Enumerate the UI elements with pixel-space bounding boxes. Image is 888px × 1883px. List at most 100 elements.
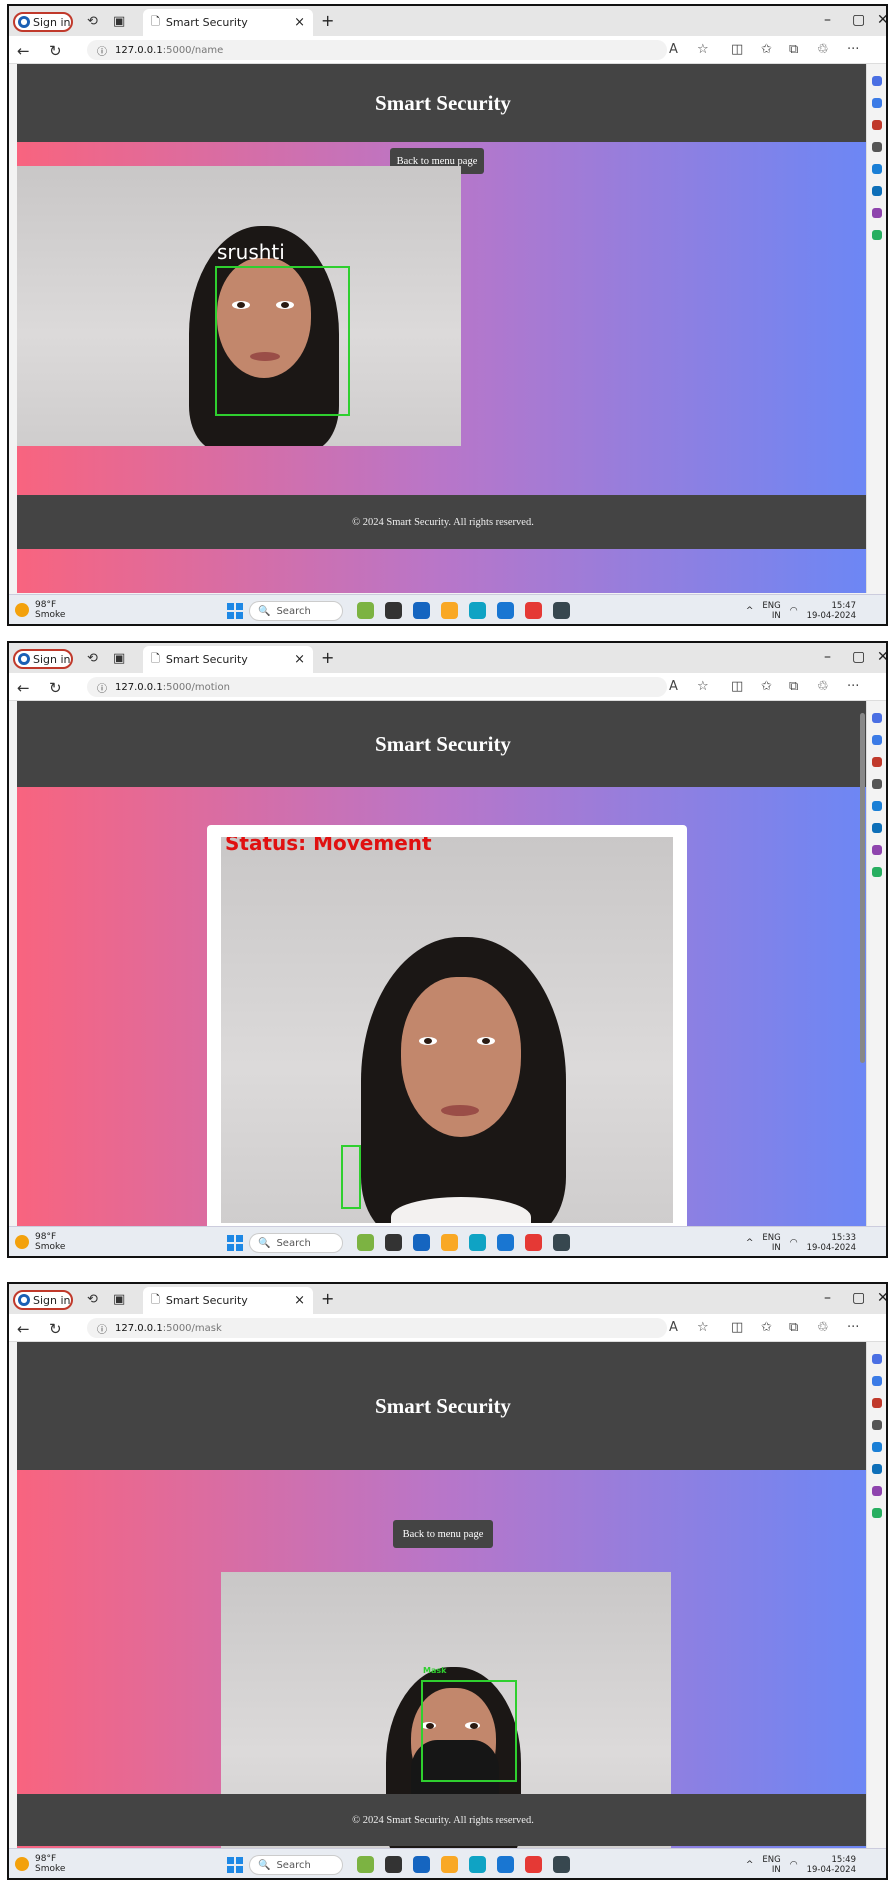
sidebar-copilot-icon[interactable] <box>871 735 882 745</box>
new-tab-button[interactable]: + <box>321 11 334 30</box>
read-aloud-icon[interactable]: A <box>669 679 678 694</box>
minimize-icon[interactable]: – <box>824 12 831 28</box>
taskbar-app-icon[interactable] <box>385 602 402 619</box>
back-arrow-icon[interactable]: ← <box>17 1320 30 1338</box>
wifi-icon[interactable]: ◠ <box>790 1860 798 1870</box>
taskbar-terminal-icon[interactable] <box>553 1234 570 1251</box>
url-field[interactable]: ⓘ 127.0.0.1:5000/mask <box>87 1318 667 1338</box>
page-scrollbar[interactable] <box>860 713 865 1063</box>
favorite-star-icon[interactable]: ☆ <box>697 1320 709 1335</box>
sidebar-search-icon[interactable] <box>871 76 882 86</box>
collections-icon[interactable]: ⧉ <box>789 679 798 694</box>
tray-chevron-icon[interactable]: ^ <box>746 1860 754 1870</box>
sidebar-designer-icon[interactable] <box>871 208 882 218</box>
sign-in-button[interactable]: ● Sign in <box>13 649 73 669</box>
extensions-icon[interactable]: ♲ <box>817 679 829 694</box>
taskbar-terminal-icon[interactable] <box>553 602 570 619</box>
refresh-icon[interactable]: ↻ <box>49 679 62 697</box>
taskbar-search[interactable]: 🔍 Search <box>249 601 343 621</box>
new-tab-button[interactable]: + <box>321 648 334 667</box>
sidebar-shopping-icon[interactable] <box>871 1398 882 1408</box>
read-aloud-icon[interactable]: A <box>669 42 678 57</box>
sidebar-games-icon[interactable] <box>871 779 882 789</box>
favorites-icon[interactable]: ✩ <box>761 42 772 57</box>
tab-actions-icon[interactable]: ▣ <box>113 14 125 29</box>
sidebar-copilot-icon[interactable] <box>871 1376 882 1386</box>
taskbar-app-icon[interactable] <box>497 1856 514 1873</box>
browser-tab[interactable]: 🗋 Smart Security × <box>143 1287 313 1314</box>
windows-logo-icon[interactable] <box>227 603 243 619</box>
sidebar-shopping-icon[interactable] <box>871 757 882 767</box>
split-screen-icon[interactable]: ◫ <box>731 1320 743 1335</box>
more-icon[interactable]: ··· <box>847 1320 859 1335</box>
sidebar-outlook-icon[interactable] <box>871 1464 882 1474</box>
extensions-icon[interactable]: ♲ <box>817 1320 829 1335</box>
taskbar-app-icon[interactable] <box>357 1856 374 1873</box>
taskbar-terminal-icon[interactable] <box>553 1856 570 1873</box>
taskbar-chrome-icon[interactable] <box>525 1856 542 1873</box>
taskbar-app-icon[interactable] <box>441 1234 458 1251</box>
taskbar-app-icon[interactable] <box>385 1234 402 1251</box>
back-arrow-icon[interactable]: ← <box>17 679 30 697</box>
restore-icon[interactable]: ▢ <box>852 1290 865 1306</box>
windows-logo-icon[interactable] <box>227 1857 243 1873</box>
windows-logo-icon[interactable] <box>227 1235 243 1251</box>
close-window-icon[interactable]: ✕ <box>877 1290 886 1306</box>
refresh-icon[interactable]: ↻ <box>49 42 62 60</box>
more-icon[interactable]: ··· <box>847 42 859 57</box>
browser-tab[interactable]: 🗋 Smart Security × <box>143 646 313 673</box>
taskbar-edge-icon[interactable] <box>469 1856 486 1873</box>
close-window-icon[interactable]: ✕ <box>877 649 886 665</box>
tray-chevron-icon[interactable]: ^ <box>746 1238 754 1248</box>
refresh-icon[interactable]: ↻ <box>49 1320 62 1338</box>
taskbar-app-icon[interactable] <box>497 602 514 619</box>
weather-widget[interactable]: 98°F Smoke <box>15 600 65 620</box>
sidebar-designer-icon[interactable] <box>871 1486 882 1496</box>
favorite-star-icon[interactable]: ☆ <box>697 679 709 694</box>
browser-tab[interactable]: 🗋 Smart Security × <box>143 9 313 36</box>
more-icon[interactable]: ··· <box>847 679 859 694</box>
minimize-icon[interactable]: – <box>824 1290 831 1306</box>
taskbar-app-icon[interactable] <box>441 1856 458 1873</box>
read-aloud-icon[interactable]: A <box>669 1320 678 1335</box>
taskbar-search[interactable]: 🔍 Search <box>249 1855 343 1875</box>
taskbar-edge-icon[interactable] <box>469 602 486 619</box>
taskbar-chrome-icon[interactable] <box>525 1234 542 1251</box>
taskbar-app-icon[interactable] <box>413 1234 430 1251</box>
sidebar-copilot-icon[interactable] <box>871 98 882 108</box>
favorites-icon[interactable]: ✩ <box>761 679 772 694</box>
url-field[interactable]: ⓘ 127.0.0.1:5000/name <box>87 40 667 60</box>
workspaces-icon[interactable]: ⟲ <box>87 14 98 29</box>
sidebar-designer-icon[interactable] <box>871 845 882 855</box>
collections-icon[interactable]: ⧉ <box>789 1320 798 1335</box>
tab-close-icon[interactable]: × <box>294 1293 305 1308</box>
sidebar-games-icon[interactable] <box>871 1420 882 1430</box>
sidebar-tools-icon[interactable] <box>871 230 882 240</box>
back-arrow-icon[interactable]: ← <box>17 42 30 60</box>
sign-in-button[interactable]: ● Sign in <box>13 1290 73 1310</box>
taskbar-app-icon[interactable] <box>357 602 374 619</box>
tab-actions-icon[interactable]: ▣ <box>113 651 125 666</box>
weather-widget[interactable]: 98°F Smoke <box>15 1232 65 1252</box>
sidebar-games-icon[interactable] <box>871 142 882 152</box>
sidebar-search-icon[interactable] <box>871 1354 882 1364</box>
back-to-menu-button[interactable]: Back to menu page <box>393 1520 493 1548</box>
wifi-icon[interactable]: ◠ <box>790 606 798 616</box>
restore-icon[interactable]: ▢ <box>852 12 865 28</box>
sidebar-shopping-icon[interactable] <box>871 120 882 130</box>
sidebar-tools-icon[interactable] <box>871 1508 882 1518</box>
workspaces-icon[interactable]: ⟲ <box>87 1292 98 1307</box>
sidebar-office-icon[interactable] <box>871 164 882 174</box>
taskbar-app-icon[interactable] <box>413 602 430 619</box>
workspaces-icon[interactable]: ⟲ <box>87 651 98 666</box>
extensions-icon[interactable]: ♲ <box>817 42 829 57</box>
sign-in-button[interactable]: ● Sign in <box>13 12 73 32</box>
taskbar-app-icon[interactable] <box>497 1234 514 1251</box>
weather-widget[interactable]: 98°F Smoke <box>15 1854 65 1874</box>
taskbar-chrome-icon[interactable] <box>525 602 542 619</box>
tab-close-icon[interactable]: × <box>294 15 305 30</box>
restore-icon[interactable]: ▢ <box>852 649 865 665</box>
close-window-icon[interactable]: ✕ <box>877 12 886 28</box>
favorite-star-icon[interactable]: ☆ <box>697 42 709 57</box>
minimize-icon[interactable]: – <box>824 649 831 665</box>
